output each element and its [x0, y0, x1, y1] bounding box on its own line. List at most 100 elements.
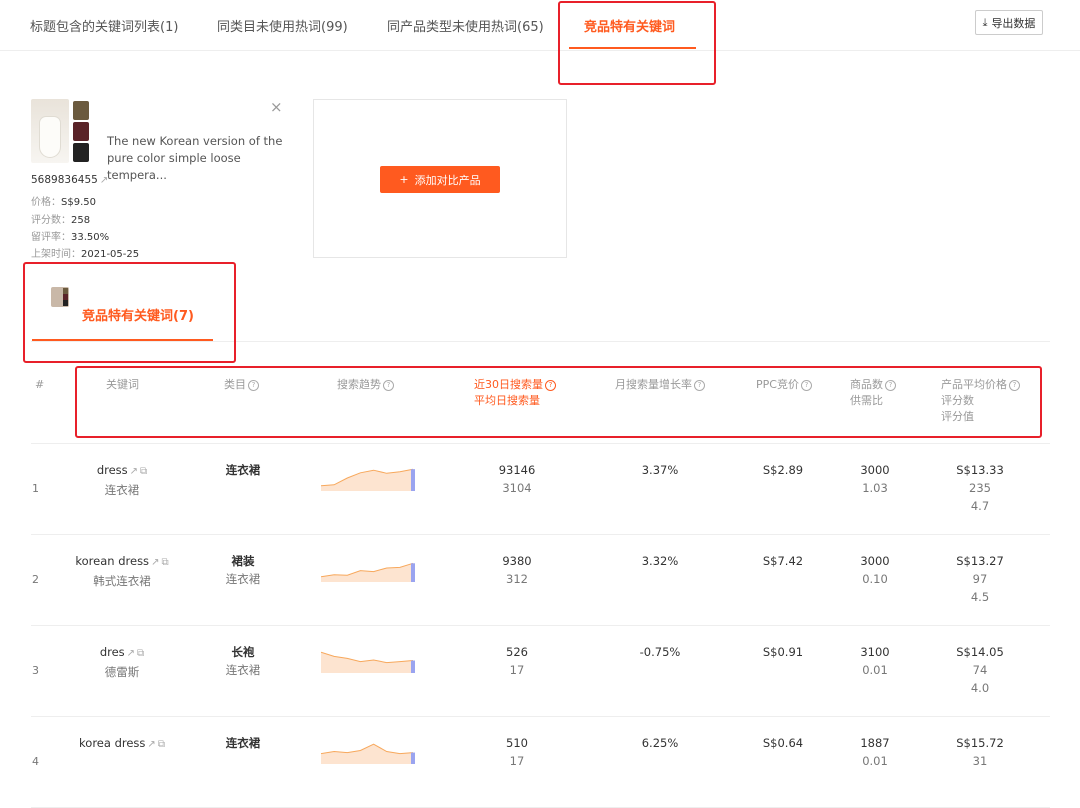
keyword-cell[interactable]: dres ↗ ⧉ 德雷斯 [62, 643, 182, 681]
ppc-cell: S$2.89 [762, 463, 804, 477]
sku-value: 5689836455 [31, 174, 98, 186]
download-icon: ⤓ [982, 15, 988, 29]
search-daily: 17 [509, 754, 525, 768]
keyword-cell[interactable]: korean dress ↗ ⧉ 韩式连衣裙 [62, 552, 182, 590]
price-line: 价格：S$9.50 [31, 193, 96, 208]
search-volume-cell: 526 17 [477, 643, 557, 679]
category-cell: 长袍 连衣裙 [205, 643, 281, 679]
product-image[interactable] [31, 99, 69, 163]
ppc-cell: S$7.42 [762, 554, 804, 568]
reviews-label: 评分数： [31, 215, 71, 226]
keyword-text[interactable]: dress [97, 463, 128, 477]
row-number: 1 [32, 482, 39, 495]
products-cell: 3000 0.10 [840, 552, 910, 588]
rating-value: 4.0 [970, 681, 990, 695]
trend-current-marker [411, 469, 415, 491]
rate-label: 留评率： [31, 232, 71, 243]
copy-icon[interactable]: ⧉ [140, 466, 147, 477]
growth-cell: -0.75% [639, 645, 681, 659]
rate-value: 33.50% [71, 232, 110, 243]
search-trend-sparkline [321, 468, 415, 491]
supply-ratio: 1.03 [862, 481, 888, 495]
search-30d: 510 [506, 736, 528, 750]
tab-title-keywords[interactable]: 标题包含的关键词列表(1) [30, 16, 178, 35]
highlight-box-tab [558, 1, 716, 85]
row-divider [31, 443, 1050, 444]
product-count: 3100 [860, 645, 890, 659]
highlight-box-headers [75, 366, 1042, 438]
search-trend-sparkline [321, 562, 415, 582]
avg-price-cell: S$13.27 97 4.5 [940, 552, 1020, 606]
export-button[interactable]: ⤓ 导出数据 [975, 10, 1043, 35]
external-link-icon[interactable]: ↗ [127, 648, 135, 659]
rating-count: 97 [972, 572, 988, 586]
product-sku[interactable]: 5689836455 ↗ [31, 174, 108, 186]
date-label: 上架时间： [31, 249, 81, 260]
ppc-cell: S$0.64 [762, 736, 804, 750]
supply-ratio: 0.01 [862, 754, 888, 768]
add-compare-label: 添加对比产品 [414, 173, 481, 187]
trend-current-marker [411, 660, 415, 673]
plus-icon: + [399, 173, 409, 186]
date-line: 上架时间：2021-05-25 [31, 245, 139, 260]
row-number: 4 [32, 755, 39, 768]
rating-count: 31 [972, 754, 988, 768]
add-compare-button[interactable]: + 添加对比产品 [380, 166, 500, 193]
color-swatch-2[interactable] [73, 122, 89, 141]
category-secondary: 连衣裙 [225, 663, 261, 677]
avg-price: S$13.33 [956, 463, 1004, 477]
trend-area [321, 469, 413, 491]
rate-line: 留评率：33.50% [31, 228, 109, 243]
search-daily: 17 [509, 663, 525, 677]
keyword-translation: 德雷斯 [104, 665, 140, 679]
keyword-text[interactable]: dres [100, 645, 125, 659]
copy-icon[interactable]: ⧉ [158, 739, 165, 750]
row-divider [31, 716, 1050, 717]
keyword-text[interactable]: korea dress [79, 736, 145, 750]
category-secondary: 连衣裙 [225, 572, 261, 586]
growth-cell: 3.32% [641, 554, 679, 568]
row-number: 2 [32, 573, 39, 586]
products-cell: 3100 0.01 [840, 643, 910, 679]
color-swatch-1[interactable] [73, 101, 89, 120]
search-30d: 93146 [498, 463, 536, 477]
highlight-box-subtab [23, 262, 236, 363]
row-divider [31, 534, 1050, 535]
tab-product-type-hot-words[interactable]: 同产品类型未使用热词(65) [387, 16, 544, 35]
header-num: # [35, 378, 45, 391]
external-link-icon[interactable]: ↗ [100, 175, 108, 186]
keyword-translation: 韩式连衣裙 [93, 574, 151, 588]
search-volume-cell: 510 17 [477, 734, 557, 770]
avg-price: S$15.72 [956, 736, 1004, 750]
close-icon[interactable]: × [270, 98, 283, 116]
external-link-icon[interactable]: ↗ [130, 466, 138, 477]
search-trend-sparkline [321, 743, 415, 764]
price-label: 价格： [31, 197, 61, 208]
category-primary: 长袍 [231, 645, 255, 659]
keyword-text[interactable]: korean dress [75, 554, 149, 568]
tab-bar: 标题包含的关键词列表(1) 同类目未使用热词(99) 同产品类型未使用热词(65… [0, 0, 1080, 51]
search-30d: 9380 [502, 554, 532, 568]
ppc-cell: S$0.91 [762, 645, 804, 659]
avg-price: S$13.27 [956, 554, 1004, 568]
copy-icon[interactable]: ⧉ [137, 648, 144, 659]
rating-value: 4.5 [970, 590, 990, 604]
category-cell: 连衣裙 [205, 734, 281, 752]
avg-price-cell: S$14.05 74 4.0 [940, 643, 1020, 697]
tab-category-hot-words[interactable]: 同类目未使用热词(99) [217, 16, 348, 35]
external-link-icon[interactable]: ↗ [151, 557, 159, 568]
row-divider [31, 625, 1050, 626]
trend-area [321, 563, 413, 582]
search-daily: 312 [506, 572, 528, 586]
product-title[interactable]: The new Korean version of the pure color… [107, 133, 287, 184]
keyword-cell[interactable]: korea dress ↗ ⧉ [62, 734, 182, 754]
color-swatch-3[interactable] [73, 143, 89, 162]
avg-price-cell: S$13.33 235 4.7 [940, 461, 1020, 515]
export-label: 导出数据 [991, 16, 1036, 30]
copy-icon[interactable]: ⧉ [161, 557, 168, 568]
search-daily: 3104 [502, 481, 532, 495]
external-link-icon[interactable]: ↗ [147, 739, 155, 750]
keyword-cell[interactable]: dress ↗ ⧉ 连衣裙 [62, 461, 182, 499]
reviews-line: 评分数：258 [31, 211, 90, 226]
product-count: 1887 [860, 736, 890, 750]
